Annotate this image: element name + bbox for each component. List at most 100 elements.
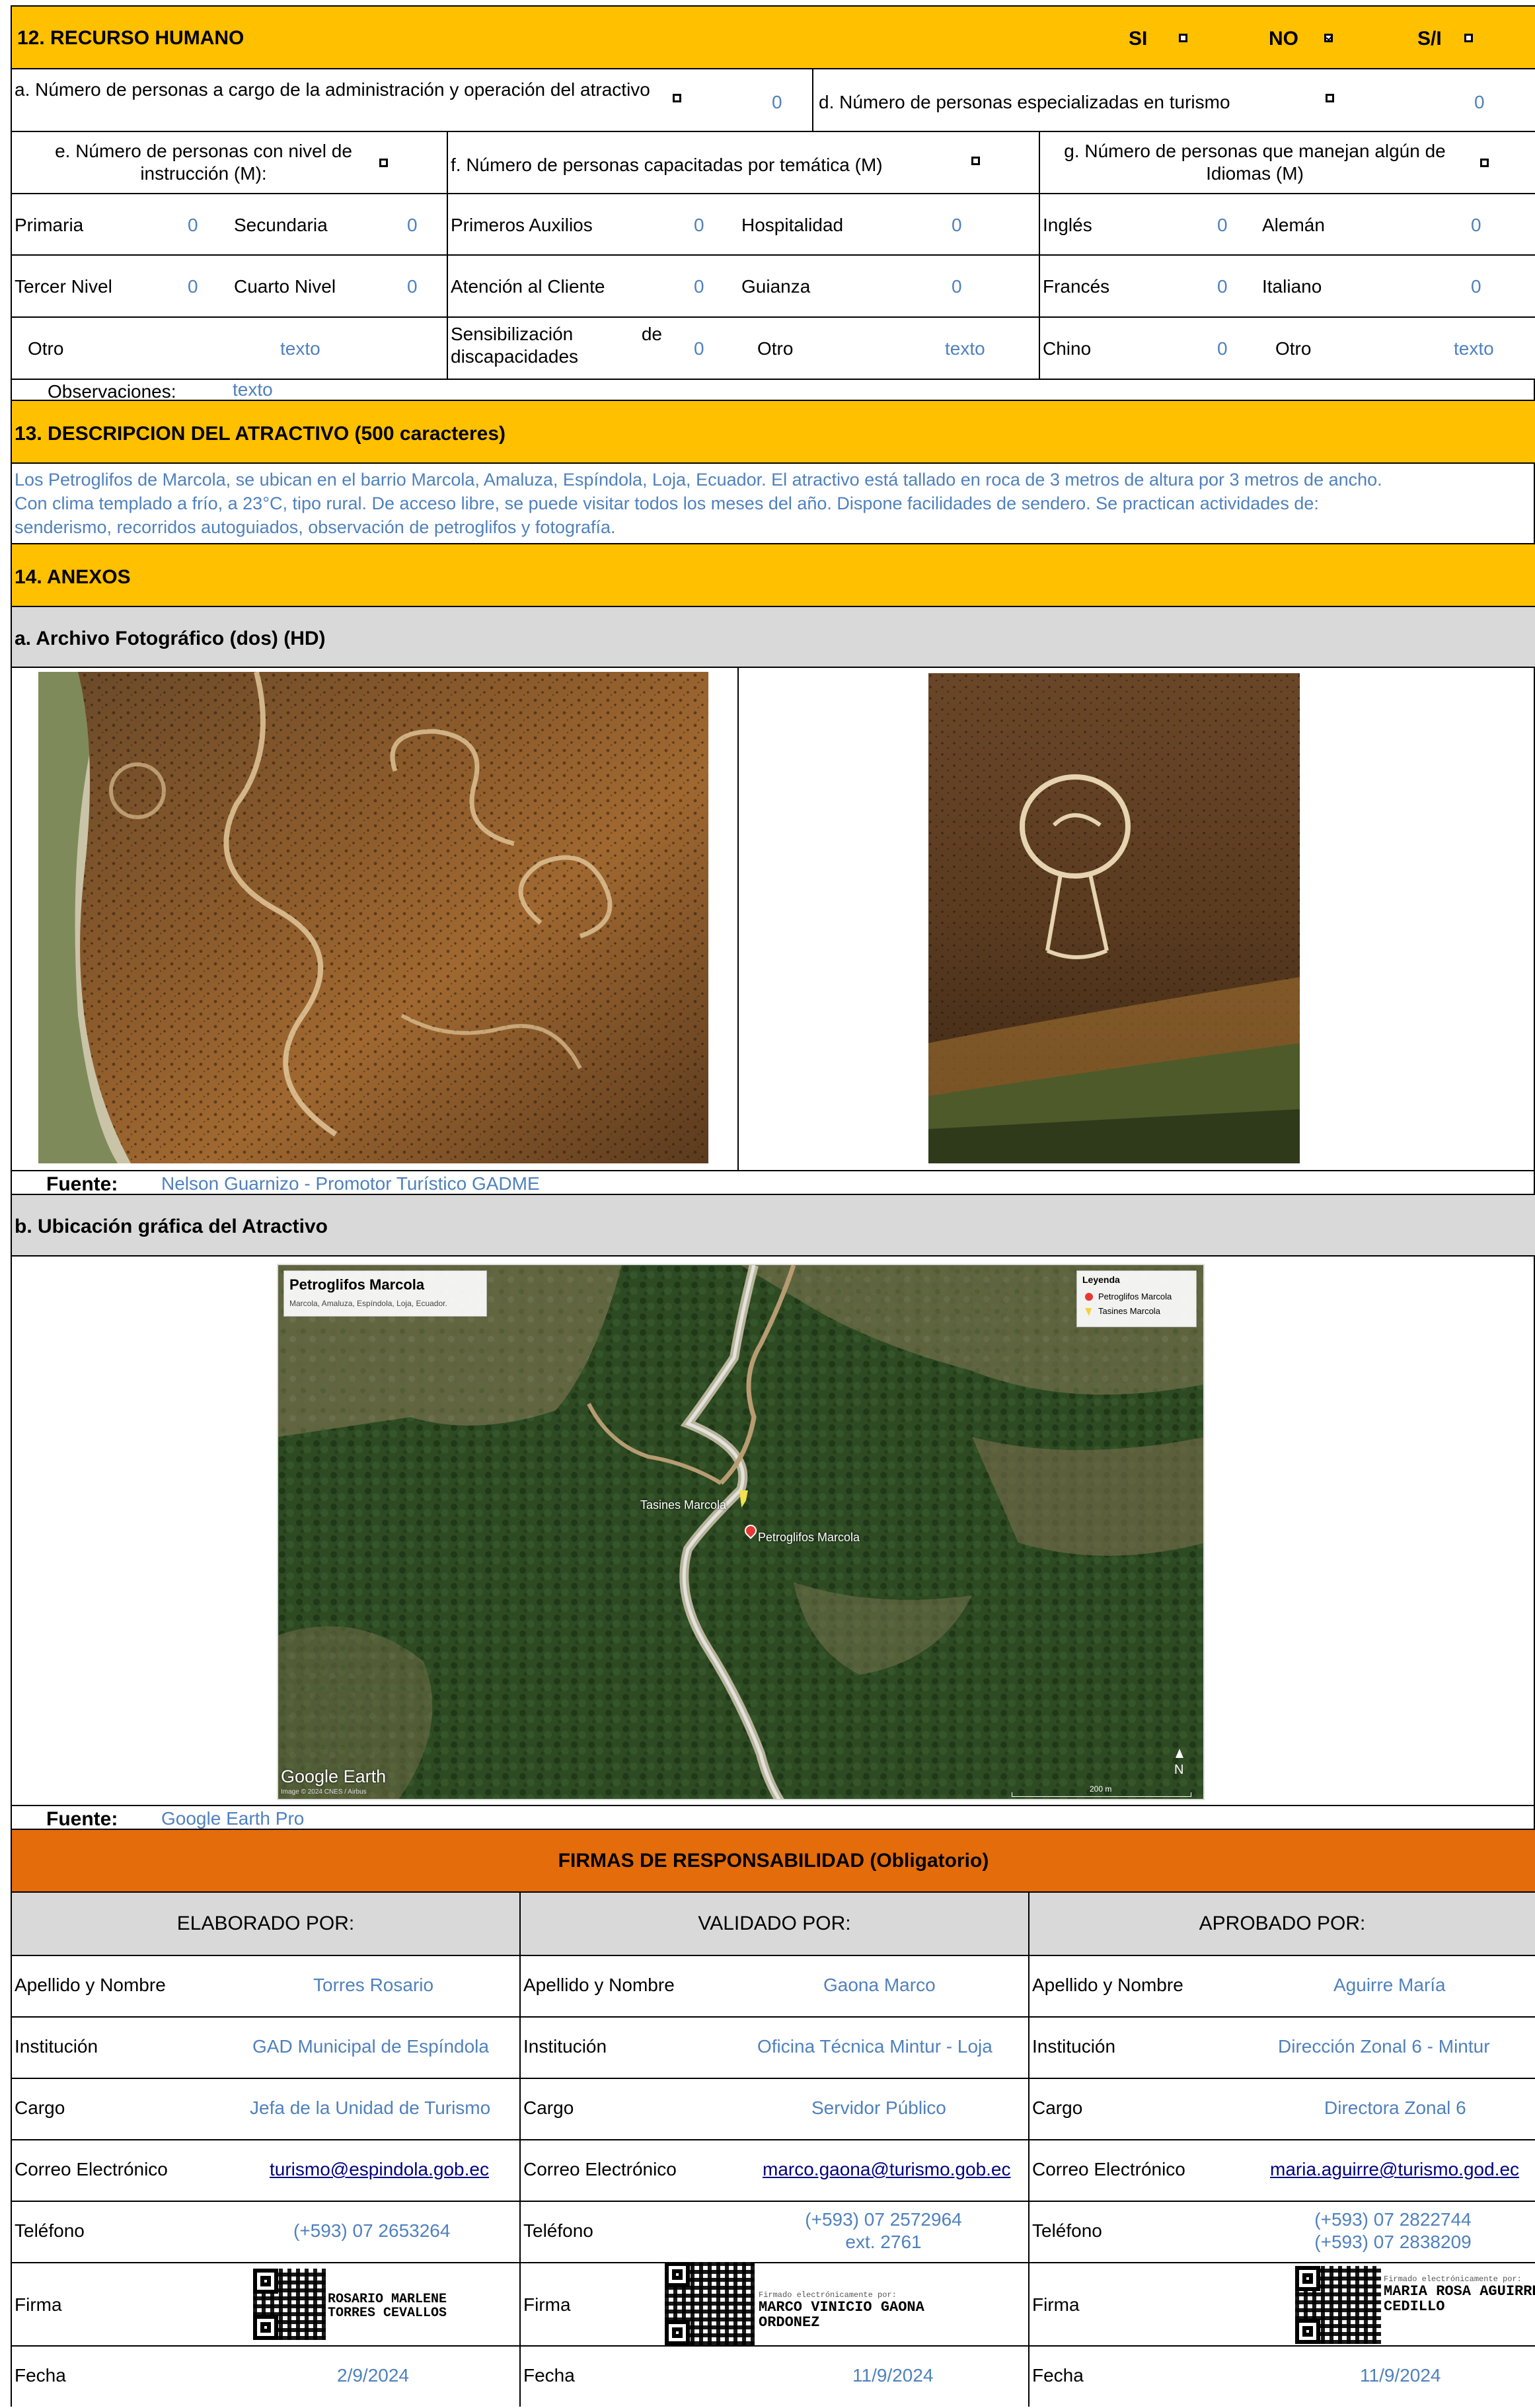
column-header: APROBADO POR:	[1030, 1893, 1535, 1956]
row-institucion: Institución GAD Municipal de Espíndola	[12, 2016, 519, 2079]
google-earth-logo: Google Earth	[281, 1767, 387, 1786]
row-label: Teléfono	[523, 2220, 593, 2241]
italiano-value: 0	[1471, 276, 1481, 297]
cell-capacitadas-header: f. Número de personas capacitadas por te…	[448, 132, 1040, 193]
row-label: Fecha	[15, 2365, 66, 2386]
signature-line-2: TORRES CEVALLOS	[328, 2306, 447, 2321]
map-cell: Petroglifos Marcola Marcola, Amaluza, Es…	[11, 1255, 1535, 1805]
map-legend: Leyenda Petroglifos Marcola Tasines Marc…	[1076, 1270, 1197, 1327]
instruccion-checkbox[interactable]	[379, 159, 388, 167]
column-header: VALIDADO POR:	[521, 1893, 1028, 1956]
row-cargo: Cargo Jefa de la Unidad de Turismo	[12, 2078, 519, 2140]
row-categorias: e. Número de personas con nivel de instr…	[11, 131, 1535, 193]
chino-value: 0	[1217, 338, 1228, 359]
row-label: Apellido y Nombre	[1032, 1975, 1183, 1995]
option-si-checkbox[interactable]	[1179, 34, 1187, 42]
correo-link[interactable]: turismo@espindola.gob.ec	[270, 2158, 489, 2181]
row-label: Firma	[523, 2294, 571, 2315]
telefono-value-1: (+593) 07 2822744	[1314, 2209, 1472, 2230]
telefono-value-1: (+593) 07 2572964	[805, 2209, 962, 2230]
column-header: ELABORADO POR:	[12, 1893, 519, 1956]
atencion-cliente-label: Atención al Cliente	[451, 276, 605, 297]
marker-petroglifos-label: Petroglifos Marcola	[758, 1531, 860, 1544]
row-telefono: Teléfono (+593) 07 2822744 (+593) 07 283…	[1030, 2201, 1535, 2263]
section-title: 13. DESCRIPCION DEL ATRACTIVO (500 carac…	[15, 423, 506, 445]
secundaria-value: 0	[407, 215, 418, 235]
north-arrow-icon	[1176, 1749, 1183, 1758]
fecha-value: 11/9/2024	[1360, 2365, 1441, 2386]
cell-idiomas-header: g. Número de personas que manejan algún …	[1040, 132, 1535, 193]
firma-column-validado: VALIDADO POR: Apellido y Nombre Gaona Ma…	[521, 1893, 1030, 2407]
option-si-sin-info-checkbox[interactable]	[1464, 34, 1473, 42]
legend-title: Leyenda	[1082, 1274, 1120, 1285]
row-label: Firma	[15, 2294, 62, 2315]
row-correo: Correo Electrónico maria.aguirre@turismo…	[1030, 2139, 1535, 2202]
subsection-title: a. Archivo Fotográfico (dos) (HD)	[15, 628, 326, 649]
row-label: Correo Electrónico	[1032, 2159, 1185, 2179]
signature-line-2: CEDILLO	[1384, 2298, 1445, 2315]
row-label: Institución	[1032, 2036, 1116, 2057]
signature-stamp: Firmado electrónicamente por: MARIA ROSA…	[1384, 2275, 1535, 2314]
row-label: Firma	[1032, 2294, 1080, 2315]
capacitadas-checkbox[interactable]	[971, 157, 980, 165]
marker-tasines-label: Tasines Marcola	[640, 1498, 727, 1512]
otro-instruccion-label: Otro	[28, 338, 64, 359]
frances-value: 0	[1217, 276, 1228, 297]
qr-code-icon	[253, 2269, 326, 2340]
fuente-label: Fuente:	[46, 1808, 118, 1830]
cuarto-nivel-label: Cuarto Nivel	[234, 276, 336, 297]
descripcion-line-3: senderismo, recorridos autoguiados, obse…	[15, 517, 616, 537]
institucion-value: GAD Municipal de Espíndola	[252, 2036, 489, 2057]
tercer-nivel-value: 0	[188, 276, 198, 297]
correo-link[interactable]: marco.gaona@turismo.gob.ec	[763, 2158, 1011, 2181]
row-label: Teléfono	[15, 2220, 85, 2241]
photo-cell-1	[12, 668, 739, 1170]
especializadas-checkbox[interactable]	[1326, 94, 1334, 102]
signature-stamp: ROSARIO MARLENE TORRES CEVALLOS	[328, 2292, 447, 2320]
row-label: Correo Electrónico	[523, 2159, 677, 2179]
signature-line-2: ORDONEZ	[759, 2314, 820, 2331]
observaciones-value: texto	[233, 379, 273, 400]
map-subtitle: Marcola, Amaluza, Espíndola, Loja, Ecuad…	[289, 1299, 447, 1308]
row-fuente-fotos: Fuente: Nelson Guarnizo - Promotor Turís…	[11, 1170, 1535, 1195]
especializadas-value: 0	[1474, 92, 1485, 112]
telefono-value: (+593) 07 2653264	[293, 2220, 451, 2241]
legend-item-tasines: Tasines Marcola	[1098, 1306, 1160, 1316]
subsection-title: b. Ubicación gráfica del Atractivo	[15, 1216, 328, 1237]
firma-column-aprobado: APROBADO POR: Apellido y Nombre Aguirre …	[1030, 1893, 1535, 2407]
idiomas-checkbox[interactable]	[1480, 159, 1489, 167]
otro-capacitadas-label: Otro	[757, 338, 794, 359]
section-header-descripcion: 13. DESCRIPCION DEL ATRACTIVO (500 carac…	[11, 400, 1535, 462]
descripcion-line-2: Con clima templado a frío, a 23°C, tipo …	[15, 493, 1319, 513]
tercer-nivel-label: Tercer Nivel	[15, 276, 112, 297]
hospitalidad-value: 0	[952, 215, 962, 235]
satellite-map[interactable]: Petroglifos Marcola Marcola, Amaluza, Es…	[277, 1264, 1205, 1800]
admin-checkbox[interactable]	[673, 94, 681, 102]
row-fecha: Fecha 11/9/2024	[521, 2345, 1028, 2408]
institucion-value: Dirección Zonal 6 - Mintur	[1278, 2036, 1490, 2057]
row-label: Cargo	[15, 2098, 65, 2118]
north-label: N	[1174, 1763, 1184, 1777]
row-institucion: Institución Oficina Técnica Mintur - Loj…	[521, 2016, 1028, 2079]
guianza-label: Guianza	[741, 276, 811, 297]
cell-capacitadas-2: Atención al Cliente 0 Guianza 0	[448, 256, 1040, 316]
row-fecha: Fecha 2/9/2024	[12, 2345, 519, 2408]
cell-instruccion-2: Tercer Nivel 0 Cuarto Nivel 0	[12, 256, 448, 316]
map-imagery	[278, 1265, 1203, 1799]
petroglyph-photo-1	[38, 672, 708, 1163]
row-admin-especializadas: a. Número de personas a cargo de la admi…	[11, 68, 1535, 131]
row-institucion: Institución Dirección Zonal 6 - Mintur	[1030, 2016, 1535, 2079]
cargo-value: Servidor Público	[811, 2098, 946, 2118]
correo-link[interactable]: maria.aguirre@turismo.god.ec	[1270, 2158, 1519, 2181]
section-header-firmas: FIRMAS DE RESPONSABILIDAD (Obligatorio)	[11, 1829, 1535, 1891]
scale-label: 200 m	[1090, 1784, 1112, 1794]
ingles-value: 0	[1217, 215, 1228, 235]
row-nombre: Apellido y Nombre Torres Rosario	[12, 1955, 519, 2018]
secundaria-label: Secundaria	[234, 215, 328, 235]
nombre-value: Gaona Marco	[823, 1975, 936, 1995]
cell-idiomas-3: Chino 0 Otro texto	[1040, 318, 1535, 379]
row-cargo: Cargo Servidor Público	[521, 2078, 1028, 2140]
option-no-checkbox[interactable]	[1324, 34, 1333, 42]
row-nombre: Apellido y Nombre Aguirre María	[1030, 1955, 1535, 2018]
otro-idiomas-label: Otro	[1275, 338, 1312, 359]
